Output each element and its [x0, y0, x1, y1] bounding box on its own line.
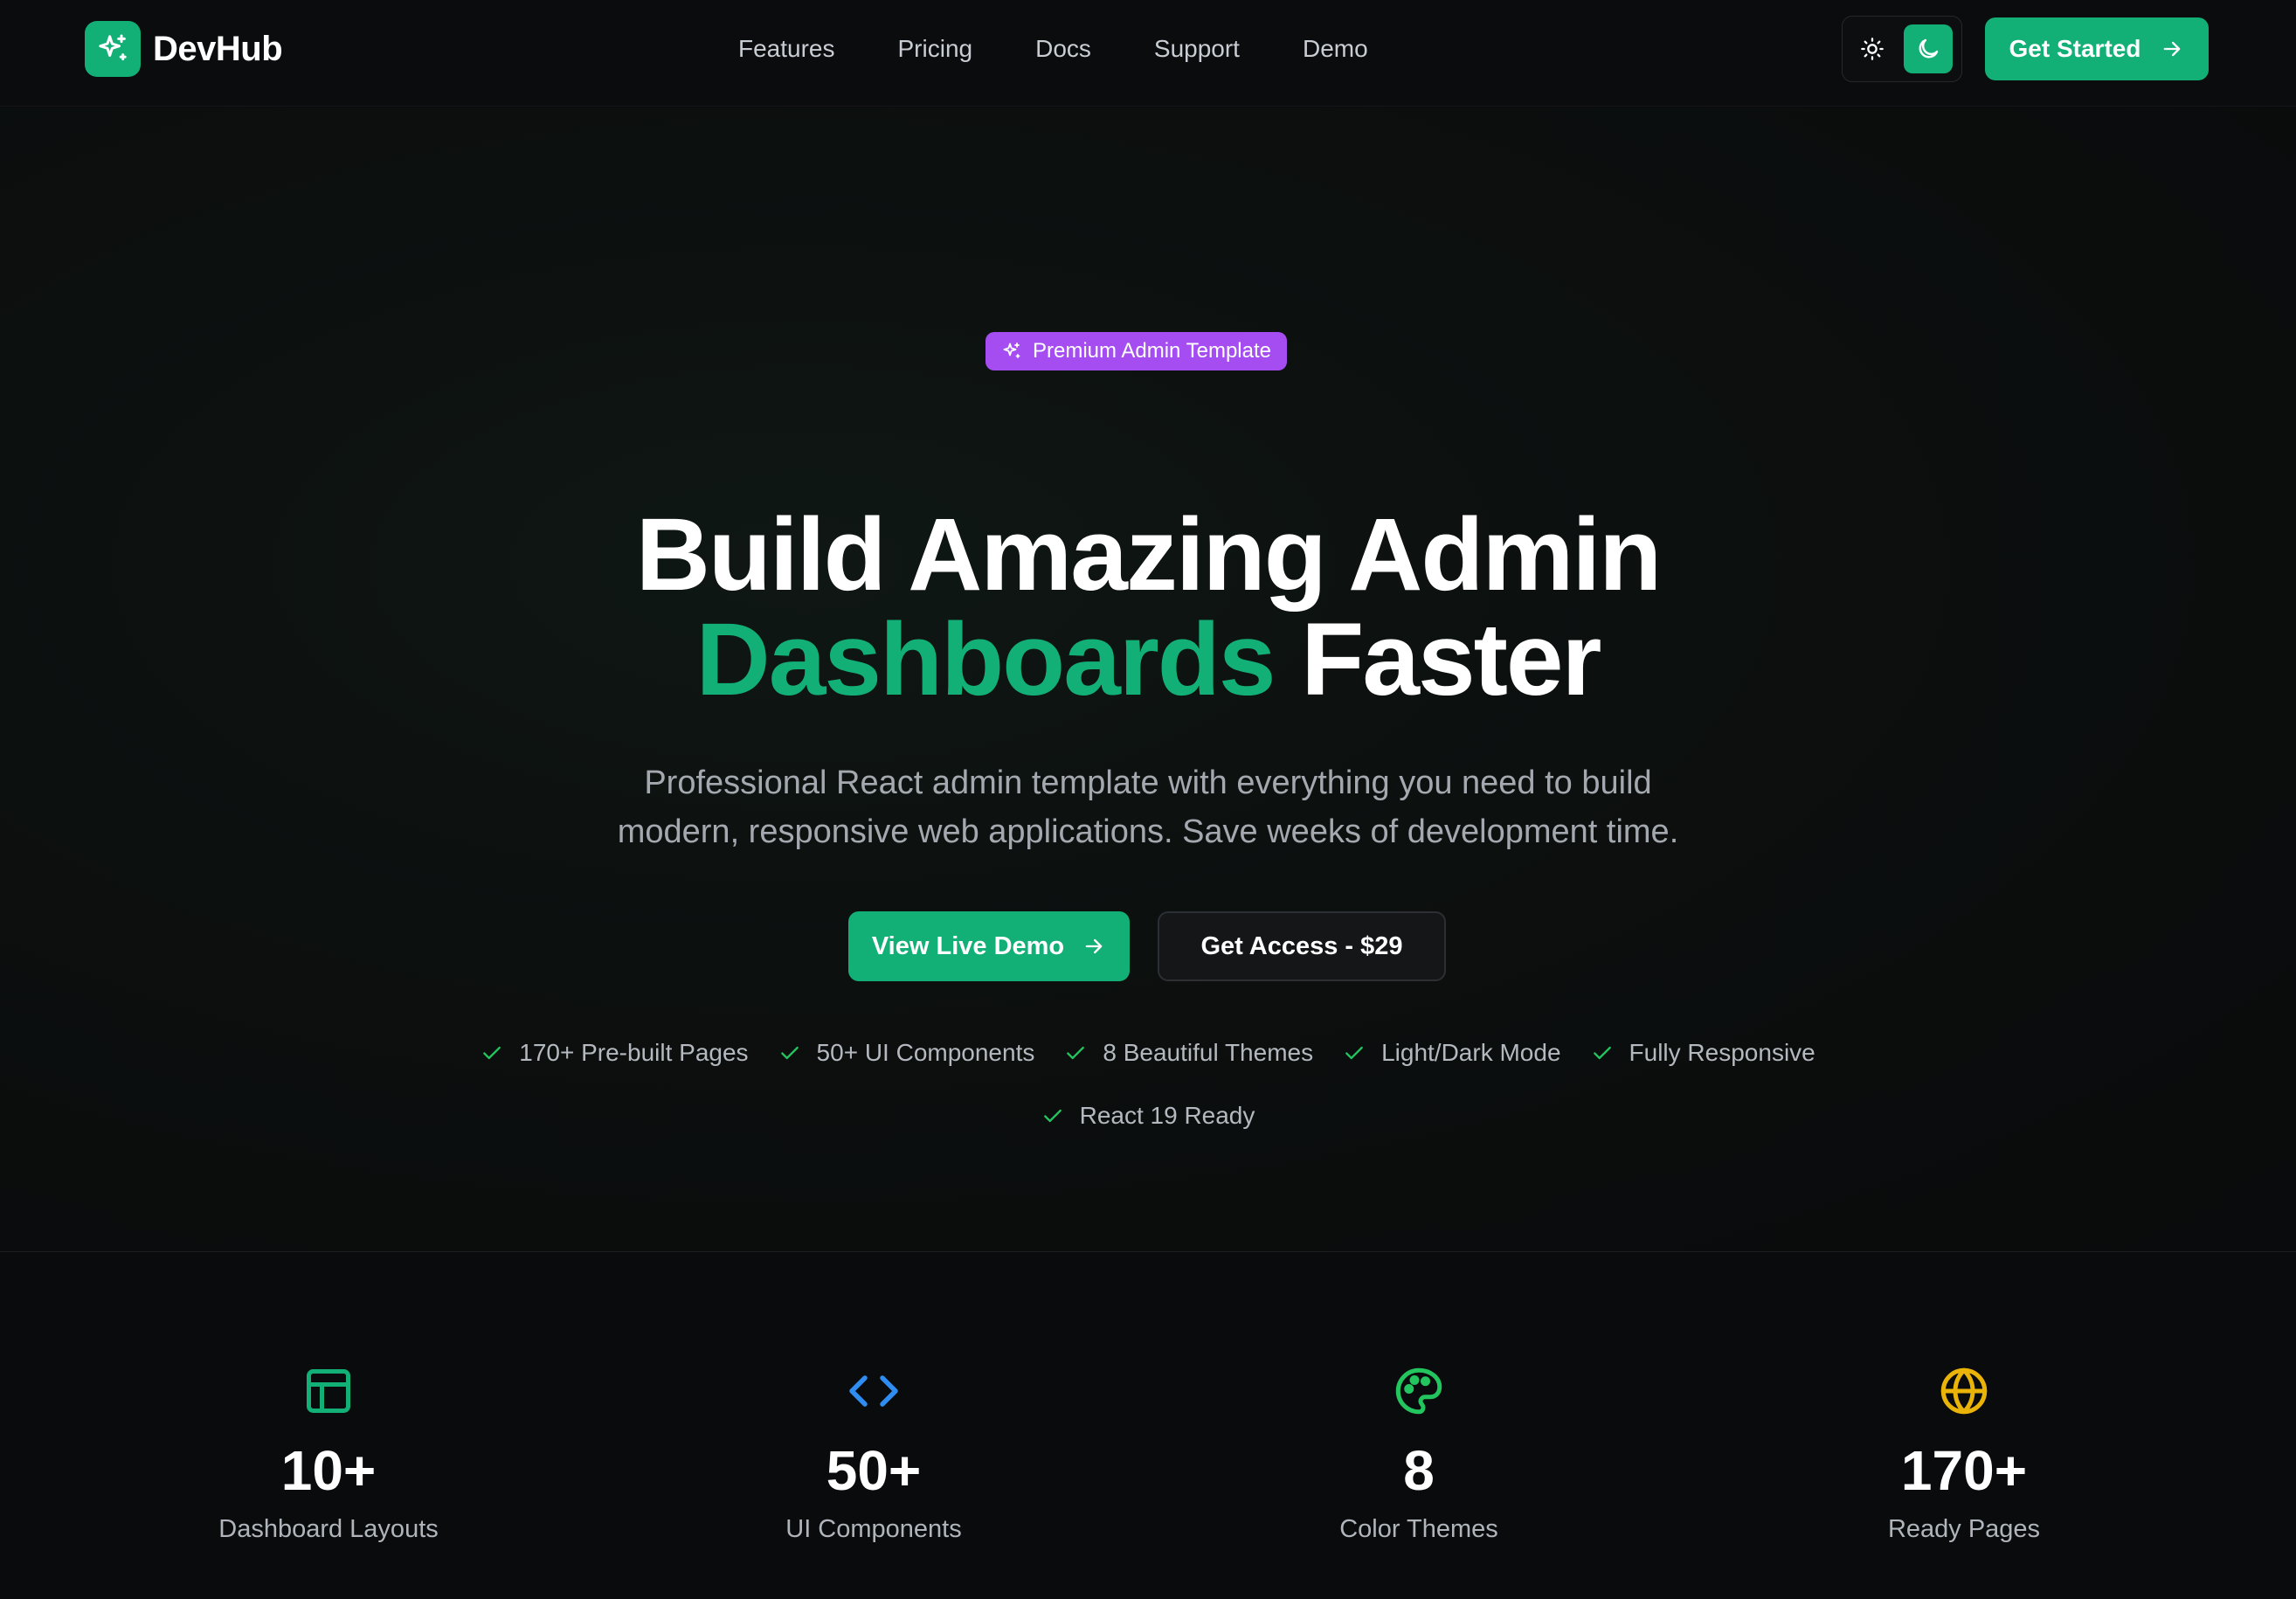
feature-item: 50+ UI Components [778, 1039, 1035, 1067]
get-started-label: Get Started [2009, 35, 2141, 62]
features-list-row2: React 19 Ready [0, 1102, 2296, 1130]
feature-label: 50+ UI Components [816, 1039, 1035, 1066]
hero-title-line1: Build Amazing Admin [635, 497, 1663, 613]
check-icon [1593, 1046, 1611, 1060]
code-icon [849, 1375, 898, 1407]
stat-label: Color Themes [1339, 1515, 1498, 1543]
feature-label: 170+ Pre-built Pages [519, 1039, 749, 1066]
hero-section: Premium Admin Template Build Amazing Adm… [0, 107, 2296, 1252]
check-icon [1345, 1046, 1363, 1060]
stat-value: 50+ [826, 1439, 922, 1502]
sparkles-icon [1003, 343, 1020, 358]
globe-icon [1940, 1367, 1988, 1415]
nav-link-demo[interactable]: Demo [1303, 35, 1368, 63]
get-access-button[interactable]: Get Access - $29 [1158, 911, 1446, 981]
nav-link-pricing[interactable]: Pricing [898, 35, 973, 63]
layout-icon [307, 1369, 350, 1413]
feature-label: Fully Responsive [1629, 1039, 1815, 1066]
get-access-label: Get Access - $29 [1200, 931, 1403, 960]
dark-theme-button[interactable] [1904, 24, 1953, 73]
hero-title-line2: Dashboards Faster [0, 607, 2296, 712]
moon-icon [1919, 38, 1939, 59]
feature-item: React 19 Ready [1041, 1102, 1255, 1130]
check-icon [483, 1046, 501, 1060]
top-navbar: DevHub Features Pricing Docs Support Dem… [0, 0, 2296, 107]
feature-item: Fully Responsive [1591, 1039, 1815, 1067]
stat-label: Ready Pages [1887, 1515, 2041, 1543]
get-started-button[interactable]: Get Started [1985, 17, 2209, 80]
feature-item: 8 Beautiful Themes [1064, 1039, 1313, 1067]
brand[interactable]: DevHub [85, 21, 283, 77]
hero-title-rest: Faster [1301, 602, 1601, 717]
view-live-demo-button[interactable]: View Live Demo [848, 911, 1130, 981]
stat-value: 170+ [1900, 1439, 2028, 1502]
palette-icon [1395, 1367, 1442, 1415]
nav-link-docs[interactable]: Docs [1035, 35, 1091, 63]
nav-link-support[interactable]: Support [1154, 35, 1240, 63]
hero-subtitle-line1: Professional React admin template with e… [644, 765, 1652, 801]
sun-icon [1861, 38, 1884, 60]
stat-value: 10+ [280, 1439, 377, 1502]
hero-title-highlight: Dashboards [695, 602, 1276, 717]
stat-label: Dashboard Layouts [218, 1515, 439, 1543]
check-icon [1043, 1109, 1062, 1123]
features-list: 170+ Pre-built Pages 50+ UI Components 8… [0, 1039, 2296, 1067]
feature-item: Light/Dark Mode [1343, 1039, 1561, 1067]
brand-name: DevHub [153, 29, 283, 68]
light-theme-button[interactable] [1848, 24, 1897, 73]
badge-label: Premium Admin Template [1033, 339, 1271, 363]
feature-label: 8 Beautiful Themes [1103, 1039, 1314, 1066]
stat-value: 8 [1403, 1439, 1435, 1502]
stat-label: UI Components [785, 1515, 962, 1543]
stats-section: 10+ Dashboard Layouts 50+ UI Components … [0, 1253, 2296, 1599]
theme-toggle [1842, 16, 1962, 82]
view-live-demo-label: View Live Demo [871, 931, 1065, 960]
feature-item: 170+ Pre-built Pages [481, 1039, 749, 1067]
check-icon [1067, 1046, 1085, 1060]
nav-links: Features Pricing Docs Support Demo [738, 30, 1368, 68]
arrow-right-icon [1085, 938, 1103, 954]
sparkles-icon [85, 21, 141, 77]
premium-badge: Premium Admin Template [985, 332, 1287, 370]
check-icon [780, 1046, 799, 1060]
feature-label: Light/Dark Mode [1381, 1039, 1561, 1066]
hero-subtitle-line2: modern, responsive web applications. Sav… [617, 813, 1679, 850]
nav-link-features[interactable]: Features [738, 35, 835, 63]
feature-label: React 19 Ready [1079, 1102, 1255, 1129]
arrow-right-icon [2164, 41, 2181, 57]
